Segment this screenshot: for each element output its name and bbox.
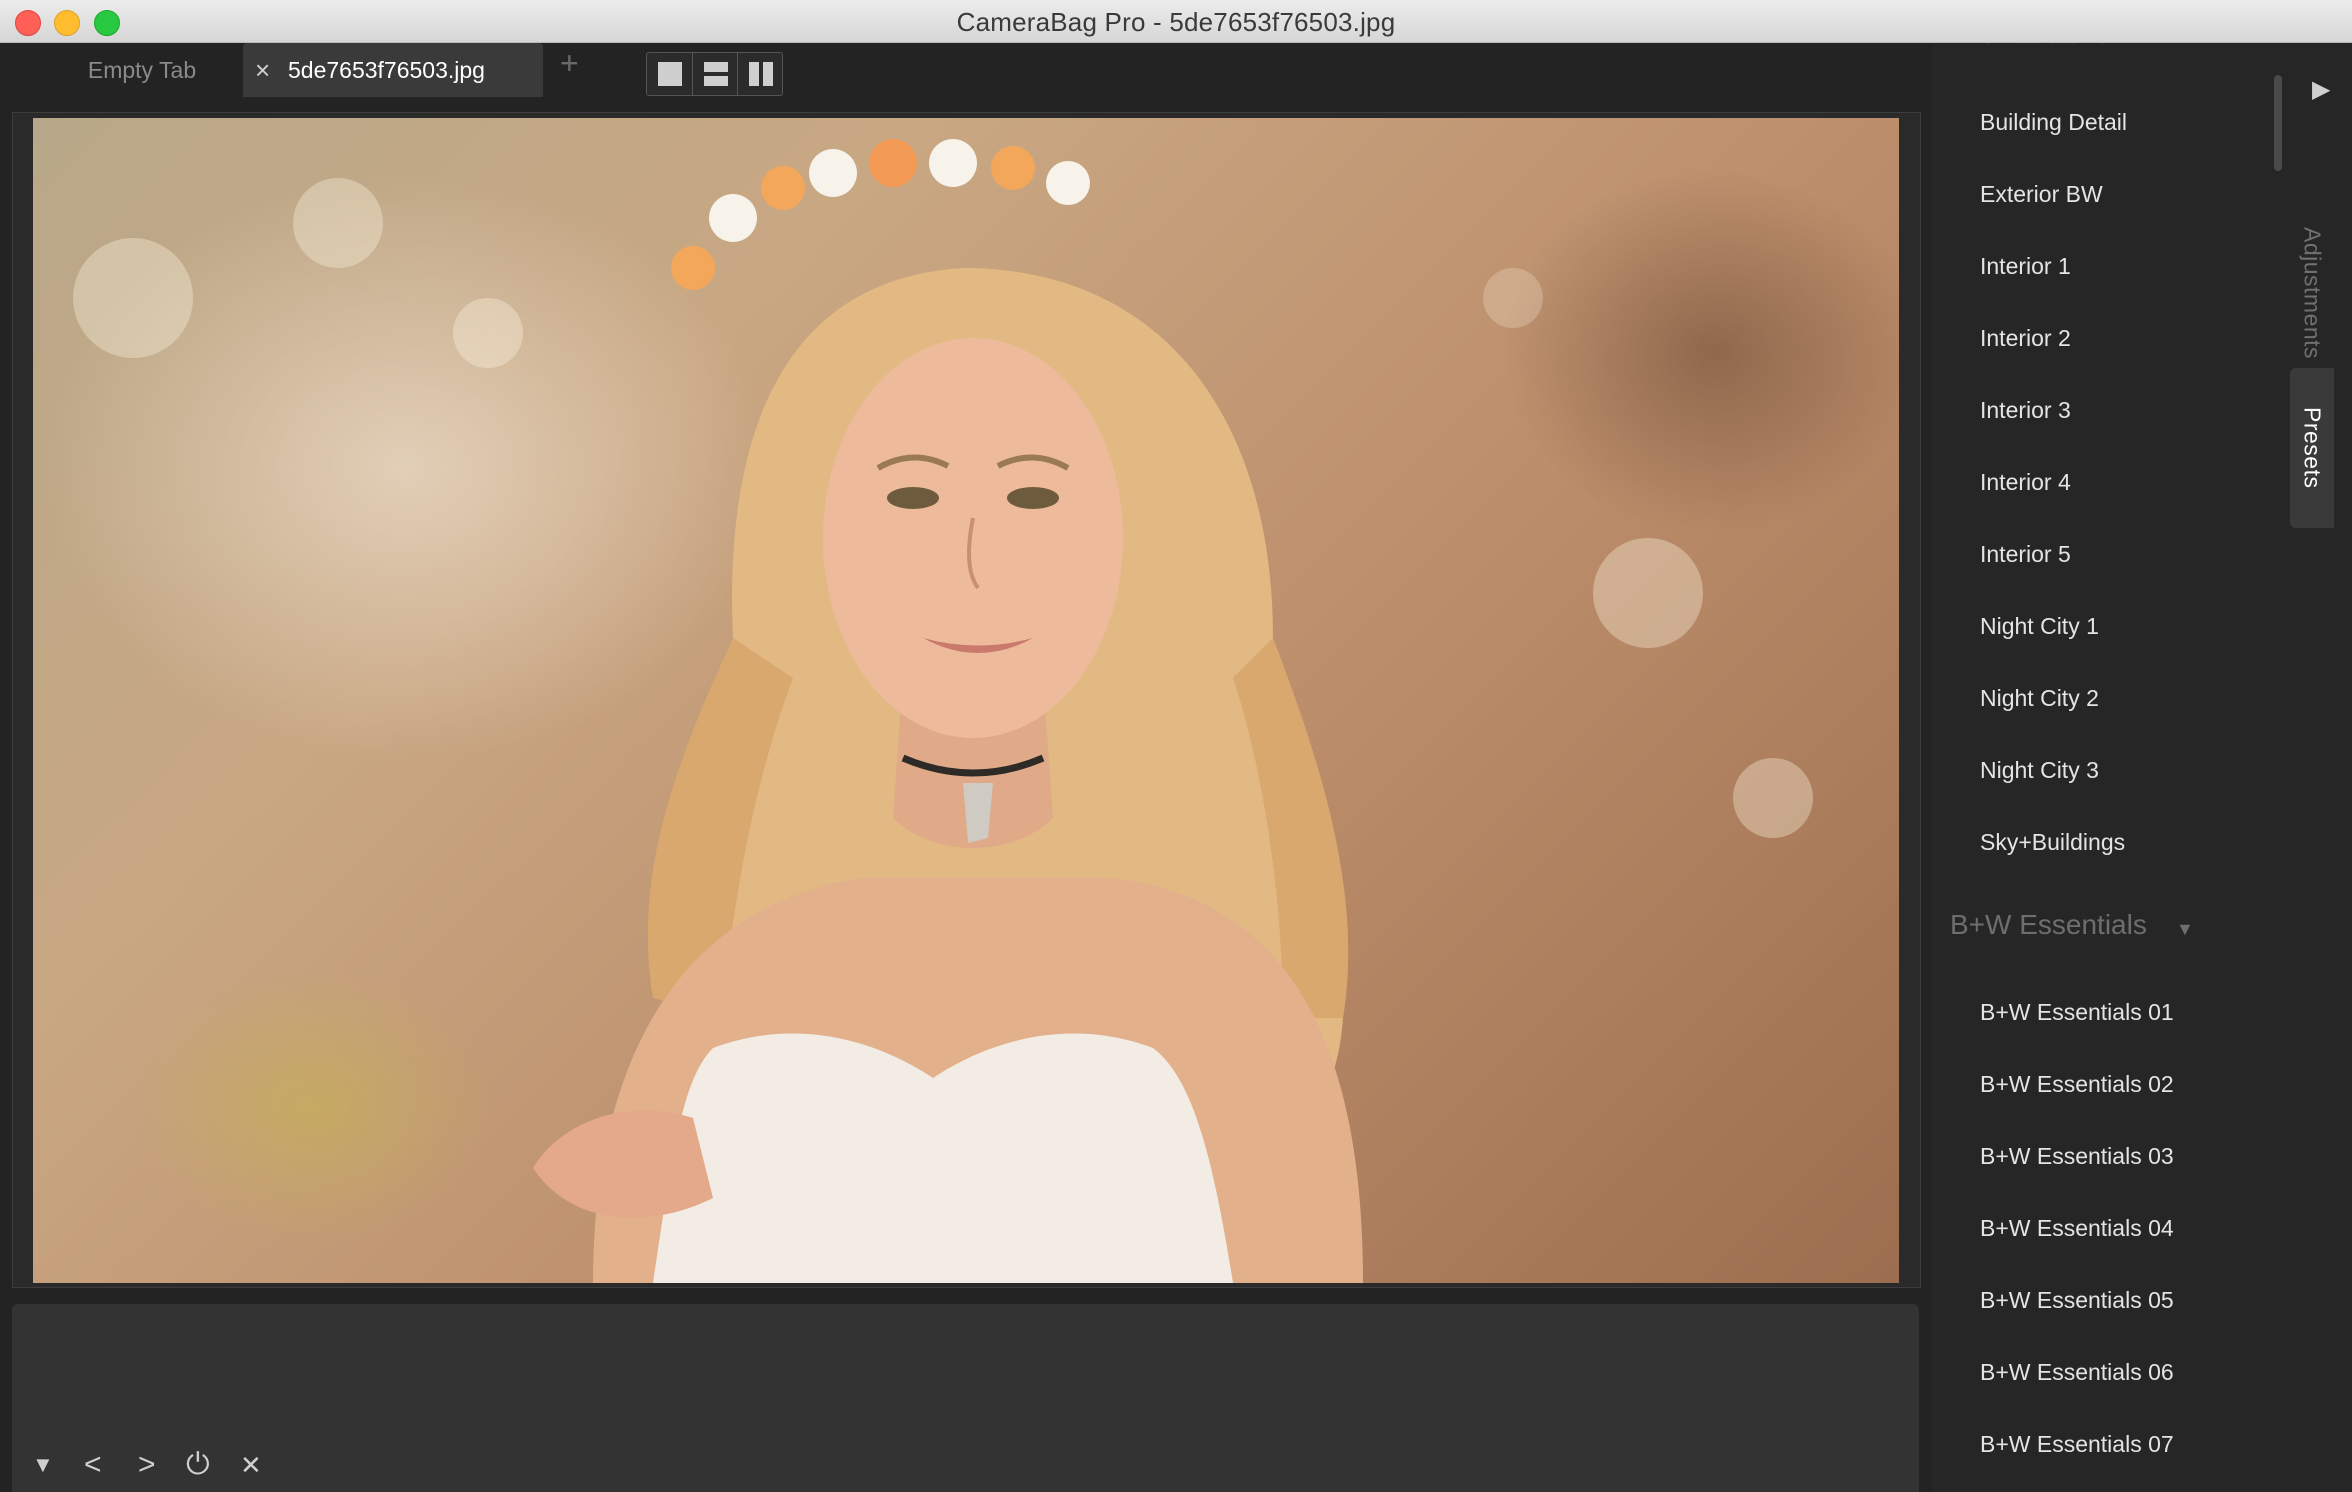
preset-item[interactable]: B+W Essentials 03 [1980, 1143, 2174, 1170]
tab-label: 5de7653f76503.jpg [288, 57, 485, 83]
preset-item[interactable]: Interior 1 [1980, 253, 2071, 280]
tab-adjustments-label: Adjustments [2299, 226, 2326, 360]
preset-item[interactable]: Building Detail [1980, 109, 2127, 136]
split-vertical-button[interactable] [737, 53, 783, 95]
preset-item[interactable]: Night City 2 [1980, 685, 2099, 712]
tab-presets[interactable]: Presets [2290, 368, 2334, 528]
preset-item[interactable]: B+W Essentials 05 [1980, 1287, 2174, 1314]
tab-bar: Empty Tab × 5de7653f76503.jpg + [0, 43, 1930, 115]
next-icon[interactable]: > [138, 1448, 156, 1482]
chevron-down-icon[interactable]: ▼ [2176, 919, 2194, 940]
tab-empty[interactable]: Empty Tab [62, 43, 222, 97]
preset-item[interactable]: Night City 1 [1980, 613, 2099, 640]
image-viewer[interactable] [12, 112, 1921, 1288]
preset-item[interactable]: B+W Essentials 01 [1980, 999, 2174, 1026]
layout-toggle-group [646, 52, 783, 96]
single-view-button[interactable] [647, 53, 692, 95]
preset-item[interactable]: Night City 3 [1980, 757, 2099, 784]
category-header-bw-essentials[interactable]: B+W Essentials [1950, 909, 2147, 941]
preset-item[interactable]: Interior 4 [1980, 469, 2071, 496]
close-icon[interactable]: ✕ [240, 1448, 262, 1482]
window-title: CameraBag Pro - 5de7653f76503.jpg [956, 7, 1396, 37]
preset-item[interactable]: B+W Essentials 06 [1980, 1359, 2174, 1386]
photo-canvas[interactable] [33, 118, 1899, 1283]
presets-panel[interactable]: Architecture Building Detail Exterior BW… [1932, 43, 2288, 1492]
preset-item[interactable]: B+W Essentials 02 [1980, 1071, 2174, 1098]
collapse-icon[interactable]: ▼ [32, 1448, 54, 1482]
expand-panel-icon[interactable]: ▶ [2312, 75, 2330, 104]
tab-image[interactable]: × 5de7653f76503.jpg [243, 43, 543, 97]
filmstrip-panel [12, 1304, 1919, 1492]
side-tab-bar: ▶ Adjustments Presets [2288, 43, 2352, 1492]
power-icon[interactable]: ⏻ [186, 1448, 210, 1482]
preset-item[interactable]: B+W Essentials 04 [1980, 1215, 2174, 1242]
single-view-icon [658, 62, 682, 86]
preset-item[interactable]: Interior 5 [1980, 541, 2071, 568]
panel-scrollbar[interactable] [2274, 75, 2282, 171]
preset-item[interactable]: Exterior BW [1980, 181, 2103, 208]
preset-item[interactable]: B+W Essentials 07 [1980, 1431, 2174, 1458]
close-icon[interactable]: × [255, 43, 270, 97]
preset-item[interactable]: Interior 2 [1980, 325, 2071, 352]
title-bar: CameraBag Pro - 5de7653f76503.jpg [0, 0, 2352, 43]
preset-item[interactable]: Sky+Buildings [1980, 829, 2125, 856]
previous-icon[interactable]: < [84, 1448, 102, 1482]
tab-presets-label: Presets [2299, 407, 2326, 489]
add-tab-button[interactable]: + [560, 45, 579, 82]
tab-label: Empty Tab [87, 57, 197, 83]
preset-item[interactable]: Interior 3 [1980, 397, 2071, 424]
category-header-architecture[interactable]: Architecture [1950, 43, 2110, 51]
portrait-illustration [533, 139, 1363, 1283]
split-horizontal-button[interactable] [692, 53, 738, 95]
